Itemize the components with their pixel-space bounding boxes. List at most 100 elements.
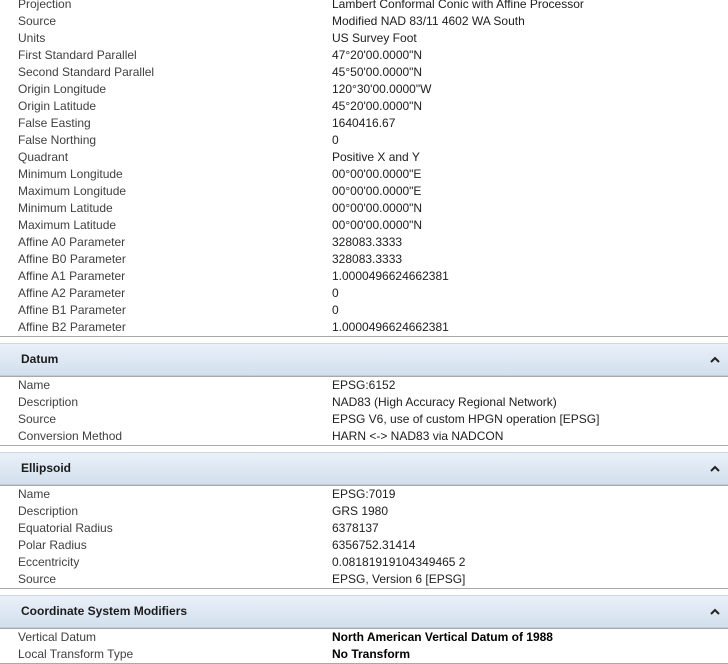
property-row[interactable]: Source EPSG, Version 6 [EPSG] — [0, 571, 728, 588]
datum-rows: Name EPSG:6152 Description NAD83 (High Accu… — [0, 377, 728, 445]
projection-group: Projection Lambert Conformal Conic with A… — [0, 0, 728, 337]
property-value: Positive X and Y — [332, 150, 420, 164]
property-label: Name — [18, 487, 51, 501]
property-label: Maximum Longitude — [18, 184, 127, 198]
property-row[interactable]: Origin Longitude 120°30'00.0000"W — [0, 81, 728, 98]
ellipsoid-section-header[interactable]: Ellipsoid — [0, 452, 728, 485]
property-value: 00°00'00.0000"E — [332, 184, 422, 198]
property-label: Polar Radius — [18, 538, 87, 552]
property-row[interactable]: Minimum Longitude 00°00'00.0000"E — [0, 166, 728, 183]
property-label: Second Standard Parallel — [18, 65, 155, 79]
property-label: Source — [18, 412, 57, 426]
modifiers-group: Vertical Datum North American Vertical Da… — [0, 628, 728, 664]
property-value: EPSG V6, use of custom HPGN operation [E… — [332, 412, 600, 426]
ellipsoid-group: Name EPSG:7019 Description GRS 1980 Equatori… — [0, 485, 728, 589]
property-label: Affine B1 Parameter — [18, 303, 126, 317]
property-label: Vertical Datum — [18, 630, 97, 644]
ellipsoid-section-title: Ellipsoid — [21, 461, 72, 475]
property-row[interactable]: Affine B0 Parameter 328083.3333 — [0, 251, 728, 268]
property-row[interactable]: Affine A2 Parameter 0 — [0, 285, 728, 302]
chevron-up-icon[interactable] — [708, 596, 722, 627]
property-row[interactable]: False Northing 0 — [0, 132, 728, 149]
property-label: Affine A1 Parameter — [18, 269, 126, 283]
property-row[interactable]: Origin Latitude 45°20'00.0000"N — [0, 98, 728, 115]
property-row[interactable]: Description GRS 1980 — [0, 503, 728, 520]
property-label: Source — [18, 572, 57, 586]
property-value: Modified NAD 83/11 4602 WA South — [332, 14, 525, 28]
property-row[interactable]: Description NAD83 (High Accuracy Regional… — [0, 394, 728, 411]
chevron-up-icon[interactable] — [708, 453, 722, 484]
property-label: Origin Longitude — [18, 82, 107, 96]
property-row[interactable]: Name EPSG:6152 — [0, 377, 728, 394]
property-label: Description — [18, 395, 79, 409]
property-row[interactable]: Eccentricity 0.08181919104349465 2 — [0, 554, 728, 571]
property-value: 0 — [332, 133, 339, 147]
property-row[interactable]: False Easting 1640416.67 — [0, 115, 728, 132]
datum-group: Name EPSG:6152 Description NAD83 (High Accu… — [0, 376, 728, 446]
property-row[interactable]: Affine B2 Parameter 1.0000496624662381 — [0, 319, 728, 336]
property-row[interactable]: Source Modified NAD 83/11 4602 WA South — [0, 13, 728, 30]
property-label: Affine B2 Parameter — [18, 320, 126, 334]
property-value: 00°00'00.0000"N — [332, 201, 423, 215]
property-label: Equatorial Radius — [18, 521, 113, 535]
property-value: 1640416.67 — [332, 116, 396, 130]
property-label: Affine B0 Parameter — [18, 252, 126, 266]
property-value: US Survey Foot — [332, 31, 417, 45]
property-label: Description — [18, 504, 79, 518]
property-value: 120°30'00.0000"W — [332, 82, 432, 96]
property-value: 45°50'00.0000"N — [332, 65, 423, 79]
property-value: 1.0000496624662381 — [332, 320, 449, 334]
property-row[interactable]: Projection Lambert Conformal Conic with A… — [0, 0, 728, 13]
property-row[interactable]: Second Standard Parallel 45°50'00.0000"N — [0, 64, 728, 81]
property-label: Affine A0 Parameter — [18, 235, 126, 249]
coordinate-system-properties-panel: Projection Lambert Conformal Conic with A… — [0, 0, 728, 664]
property-label: Maximum Latitude — [18, 218, 117, 232]
property-value: 6356752.31414 — [332, 538, 416, 552]
property-label: Local Transform Type — [18, 647, 134, 661]
property-row[interactable]: First Standard Parallel 47°20'00.0000"N — [0, 47, 728, 64]
property-row[interactable]: Minimum Latitude 00°00'00.0000"N — [0, 200, 728, 217]
property-row[interactable]: Maximum Longitude 00°00'00.0000"E — [0, 183, 728, 200]
property-label: Quadrant — [18, 150, 69, 164]
chevron-up-icon[interactable] — [708, 344, 722, 375]
property-label: Name — [18, 378, 51, 392]
property-row[interactable]: Affine A0 Parameter 328083.3333 — [0, 234, 728, 251]
property-value: EPSG:7019 — [332, 487, 396, 501]
property-label: Conversion Method — [18, 429, 123, 443]
projection-rows: Projection Lambert Conformal Conic with A… — [0, 0, 728, 336]
property-row[interactable]: Vertical Datum North American Vertical Da… — [0, 629, 728, 646]
property-value: 0.08181919104349465 2 — [332, 555, 466, 569]
modifiers-section-header[interactable]: Coordinate System Modifiers — [0, 595, 728, 628]
property-label: Units — [18, 31, 46, 45]
property-label: Eccentricity — [18, 555, 80, 569]
modifiers-section-title: Coordinate System Modifiers — [21, 604, 188, 618]
property-row[interactable]: Maximum Latitude 00°00'00.0000"N — [0, 217, 728, 234]
datum-section-title: Datum — [21, 352, 59, 366]
property-value: 47°20'00.0000"N — [332, 48, 423, 62]
property-value: EPSG:6152 — [332, 378, 396, 392]
property-row[interactable]: Quadrant Positive X and Y — [0, 149, 728, 166]
property-row[interactable]: Equatorial Radius 6378137 — [0, 520, 728, 537]
property-row[interactable]: Polar Radius 6356752.31414 — [0, 537, 728, 554]
property-row[interactable]: Source EPSG V6, use of custom HPGN operat… — [0, 411, 728, 428]
property-row[interactable]: Local Transform Type No Transform — [0, 646, 728, 663]
property-row[interactable]: Units US Survey Foot — [0, 30, 728, 47]
datum-section-header[interactable]: Datum — [0, 343, 728, 376]
property-value: 1.0000496624662381 — [332, 269, 449, 283]
property-row[interactable]: Conversion Method HARN <-> NAD83 via NADC… — [0, 428, 728, 445]
property-label: False Easting — [18, 116, 91, 130]
property-label: First Standard Parallel — [18, 48, 137, 62]
property-value: 00°00'00.0000"E — [332, 167, 422, 181]
property-value: No Transform — [332, 647, 411, 661]
property-label: Origin Latitude — [18, 99, 97, 113]
property-value: EPSG, Version 6 [EPSG] — [332, 572, 466, 586]
property-row[interactable]: Affine B1 Parameter 0 — [0, 302, 728, 319]
property-label: Minimum Latitude — [18, 201, 113, 215]
property-row[interactable]: Affine A1 Parameter 1.0000496624662381 — [0, 268, 728, 285]
property-value: 328083.3333 — [332, 235, 403, 249]
property-value: Lambert Conformal Conic with Affine Proc… — [332, 0, 584, 11]
property-value: 0 — [332, 286, 339, 300]
property-value: North American Vertical Datum of 1988 — [332, 630, 553, 644]
ellipsoid-rows: Name EPSG:7019 Description GRS 1980 Equatori… — [0, 486, 728, 588]
property-row[interactable]: Name EPSG:7019 — [0, 486, 728, 503]
